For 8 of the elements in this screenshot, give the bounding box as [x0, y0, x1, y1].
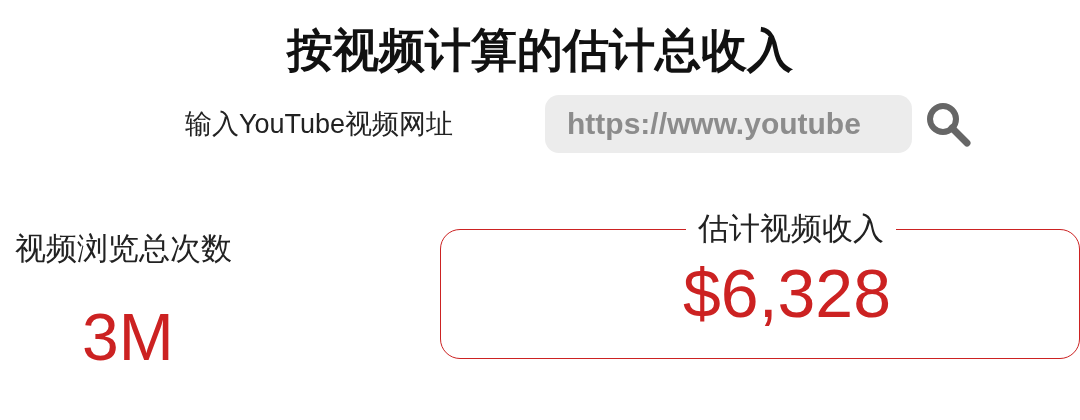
revenue-value: $6,328: [683, 254, 892, 333]
url-input-field[interactable]: https://www.youtube: [545, 95, 912, 153]
views-label: 视频浏览总次数: [15, 230, 233, 268]
page-title: 按视频计算的估计总收入: [285, 23, 794, 78]
url-label: 输入YouTube视频网址: [185, 108, 455, 141]
search-icon[interactable]: [924, 100, 972, 148]
revenue-label: 估计视频收入: [697, 210, 885, 248]
views-value: 3M: [82, 299, 175, 376]
